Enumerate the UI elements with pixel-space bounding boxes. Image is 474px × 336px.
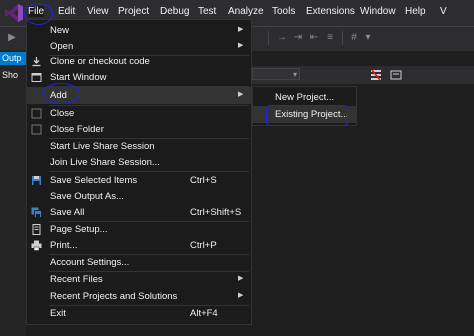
submenu-item-label: New Project... bbox=[275, 92, 335, 103]
annotation-circle-file bbox=[24, 3, 53, 25]
menu-test[interactable]: Test bbox=[198, 6, 216, 17]
show-output-from-label: Sho bbox=[2, 70, 19, 80]
menu-item-label: Join Live Share Session... bbox=[50, 157, 160, 168]
menu-extensions[interactable]: Extensions bbox=[306, 6, 355, 17]
menu-item-exit[interactable]: Exit Alt+F4 bbox=[27, 305, 251, 322]
menu-item-join-live-share-session[interactable]: Join Live Share Session... bbox=[27, 154, 251, 171]
menu-item-close[interactable]: Close bbox=[27, 105, 251, 122]
toolbar-separator bbox=[268, 31, 269, 45]
menu-item-label: Page Setup... bbox=[50, 224, 108, 235]
submenu-arrow-icon: ▶ bbox=[238, 275, 244, 282]
step-into-icon[interactable]: ⇥ bbox=[292, 32, 304, 44]
step-out-icon[interactable]: ⇤ bbox=[308, 32, 320, 44]
start-window-icon bbox=[31, 73, 42, 82]
shortcut-text: Ctrl+S bbox=[190, 175, 217, 186]
menu-item-clone-or-checkout-code[interactable]: Clone or checkout code bbox=[27, 53, 251, 70]
format-icon[interactable]: ≡ bbox=[324, 32, 336, 44]
submenu-arrow-icon: ▶ bbox=[238, 91, 244, 98]
menu-item-label: Open bbox=[50, 41, 74, 52]
output-tab[interactable]: Outp bbox=[0, 52, 26, 65]
menu-item-print[interactable]: Print... Ctrl+P bbox=[27, 237, 251, 254]
menu-item-account-settings[interactable]: Account Settings... bbox=[27, 254, 251, 271]
menu-item-recent-projects-and-solutions[interactable]: Recent Projects and Solutions ▶ bbox=[27, 288, 251, 305]
menu-project[interactable]: Project bbox=[118, 6, 149, 17]
visual-studio-logo-icon[interactable] bbox=[4, 3, 24, 23]
menu-item-label: Start Live Share Session bbox=[50, 141, 155, 152]
menu-help[interactable]: Help bbox=[405, 6, 426, 17]
clear-all-icon[interactable] bbox=[370, 69, 382, 81]
menu-item-label: New bbox=[50, 25, 70, 36]
close-icon bbox=[31, 108, 42, 119]
menu-item-label: Print... bbox=[50, 240, 78, 251]
menu-item-save-all[interactable]: Save All Ctrl+Shift+S bbox=[27, 204, 251, 221]
submenu-arrow-icon: ▶ bbox=[238, 292, 244, 299]
menu-item-label: Save All bbox=[50, 207, 85, 218]
menu-item-recent-files[interactable]: Recent Files ▶ bbox=[27, 271, 251, 288]
shortcut-text: Ctrl+Shift+S bbox=[190, 207, 242, 218]
menu-item-label: Account Settings... bbox=[50, 257, 130, 268]
menu-item-label: Save Output As... bbox=[50, 191, 124, 202]
submenu-arrow-icon: ▶ bbox=[238, 26, 244, 33]
step-icon[interactable]: → bbox=[276, 32, 288, 44]
run-icon[interactable]: ▶ bbox=[6, 32, 18, 44]
menu-view[interactable]: View bbox=[87, 6, 109, 17]
menu-tools[interactable]: Tools bbox=[272, 6, 295, 17]
menu-window[interactable]: Window bbox=[360, 6, 396, 17]
menu-item-save-selected-items[interactable]: Save Selected Items Ctrl+S bbox=[27, 172, 251, 189]
toolbar-separator bbox=[342, 31, 343, 45]
save-all-icon bbox=[31, 207, 42, 218]
output-source-dropdown[interactable]: ▾ bbox=[252, 68, 300, 80]
menu-item-page-setup[interactable]: Page Setup... bbox=[27, 221, 251, 238]
comment-icon[interactable]: # bbox=[348, 32, 360, 44]
file-menu: New ▶ Open ▶ Clone or checkout code Star… bbox=[26, 19, 252, 325]
menu-item-label: Save Selected Items bbox=[50, 175, 138, 186]
menu-item-save-output-as[interactable]: Save Output As... bbox=[27, 188, 251, 205]
menu-debug[interactable]: Debug bbox=[160, 6, 189, 17]
submenu-item-new-project[interactable]: New Project... bbox=[253, 89, 356, 106]
menu-item-label: Clone or checkout code bbox=[50, 56, 150, 67]
annotation-box-existing-project bbox=[266, 105, 348, 126]
shortcut-text: Alt+F4 bbox=[190, 308, 218, 319]
menu-item-label: Close bbox=[50, 108, 75, 119]
menu-item-label: Close Folder bbox=[50, 124, 104, 135]
close-folder-icon bbox=[31, 124, 42, 135]
menu-analyze[interactable]: Analyze bbox=[228, 6, 264, 17]
dropdown-arrow-icon[interactable]: ▾ bbox=[362, 32, 374, 44]
output-panel bbox=[0, 50, 26, 336]
word-wrap-icon[interactable] bbox=[390, 69, 402, 81]
menu-item-label: Recent Files bbox=[50, 274, 103, 285]
save-icon bbox=[32, 176, 41, 185]
menu-edit[interactable]: Edit bbox=[58, 6, 75, 17]
menu-item-start-live-share-session[interactable]: Start Live Share Session bbox=[27, 138, 251, 155]
menu-item-label: Exit bbox=[50, 308, 66, 319]
submenu-arrow-icon: ▶ bbox=[238, 42, 244, 49]
print-icon bbox=[31, 240, 42, 251]
menu-overflow-text: V bbox=[440, 6, 447, 17]
clone-icon bbox=[32, 57, 41, 67]
annotation-circle-add bbox=[42, 83, 80, 104]
menu-item-label: Start Window bbox=[50, 72, 107, 83]
menu-item-new[interactable]: New ▶ bbox=[27, 22, 251, 39]
menu-item-label: Recent Projects and Solutions bbox=[50, 291, 178, 302]
shortcut-text: Ctrl+P bbox=[190, 240, 217, 251]
menu-item-close-folder[interactable]: Close Folder bbox=[27, 121, 251, 138]
page-setup-icon bbox=[32, 224, 41, 235]
